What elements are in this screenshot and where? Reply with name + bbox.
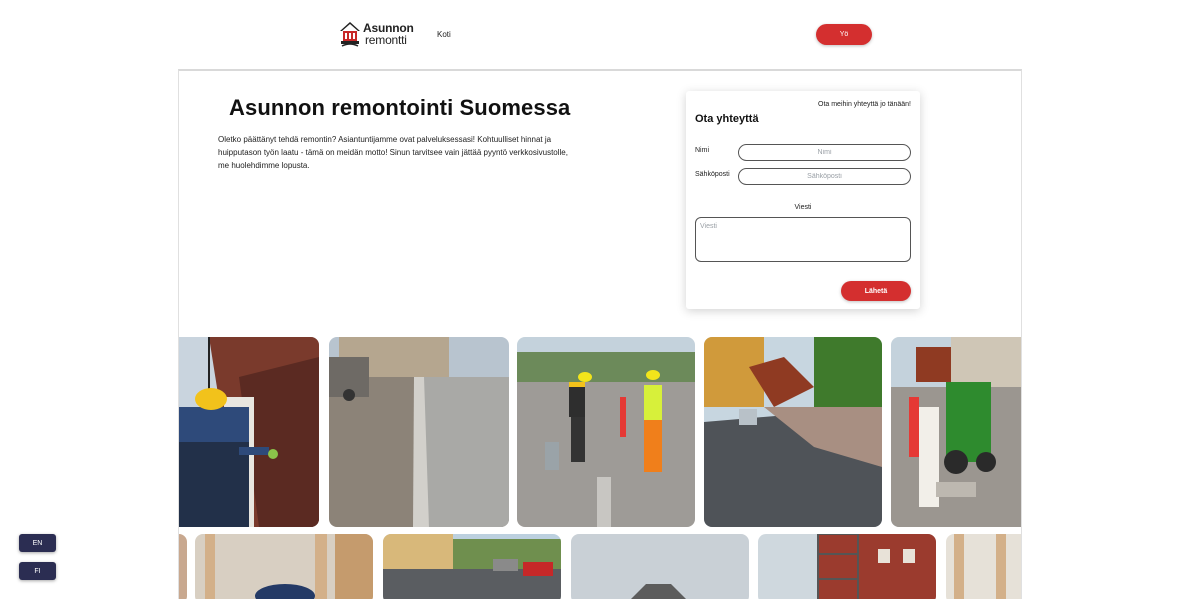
- contact-form: Ota meihin yhteyttä jo tänään! Ota yhtey…: [686, 91, 920, 309]
- contact-title: Ota yhteyttä: [695, 113, 759, 125]
- message-label: Viesti: [794, 204, 812, 211]
- nav-link-home[interactable]: Koti: [437, 30, 451, 39]
- gallery-photo-street[interactable]: [383, 534, 561, 599]
- photo-gallery-row-1: [179, 337, 1021, 527]
- email-input[interactable]: [738, 168, 911, 185]
- gallery-photo-roadworks[interactable]: [517, 337, 695, 527]
- gallery-photo-scaffolding[interactable]: [758, 534, 936, 599]
- language-fi-button[interactable]: FI: [19, 562, 56, 580]
- header-action-button[interactable]: Yö: [816, 24, 872, 45]
- gallery-photo-flat-roof[interactable]: [704, 337, 882, 527]
- brand-name: Asunnon remontti: [363, 22, 414, 46]
- contact-tagline: Ota meihin yhteyttä jo tänään!: [818, 101, 911, 108]
- submit-button[interactable]: Lähetä: [841, 281, 911, 301]
- gallery-photo-curb[interactable]: [329, 337, 509, 527]
- photo-gallery-row-2: [179, 534, 1021, 599]
- house-logo-icon: [340, 22, 360, 47]
- gallery-photo-excavator[interactable]: [891, 337, 1021, 527]
- gallery-photo-roofer[interactable]: [179, 337, 319, 527]
- hero-title: Asunnon remontointi Suomessa: [229, 95, 571, 120]
- email-label: Sähköposti: [695, 171, 730, 178]
- name-label: Nimi: [695, 147, 709, 154]
- hero-description: Oletko päättänyt tehdä remontin? Asiantu…: [218, 135, 568, 170]
- gallery-photo-wooden-frame[interactable]: [946, 534, 1021, 599]
- gallery-photo-insulation[interactable]: [195, 534, 373, 599]
- brand-logo[interactable]: Asunnon remontti: [339, 19, 415, 49]
- name-input[interactable]: [738, 144, 911, 161]
- brand-name-line2: remontti: [365, 33, 407, 47]
- gallery-photo-building[interactable]: [571, 534, 749, 599]
- message-textarea[interactable]: [695, 217, 911, 262]
- main-content: Asunnon remontointi Suomessa Oletko päät…: [178, 69, 1022, 599]
- language-en-button[interactable]: EN: [19, 534, 56, 552]
- site-header: Asunnon remontti Koti Yö: [0, 0, 1200, 70]
- gallery-photo-edge[interactable]: [179, 534, 187, 599]
